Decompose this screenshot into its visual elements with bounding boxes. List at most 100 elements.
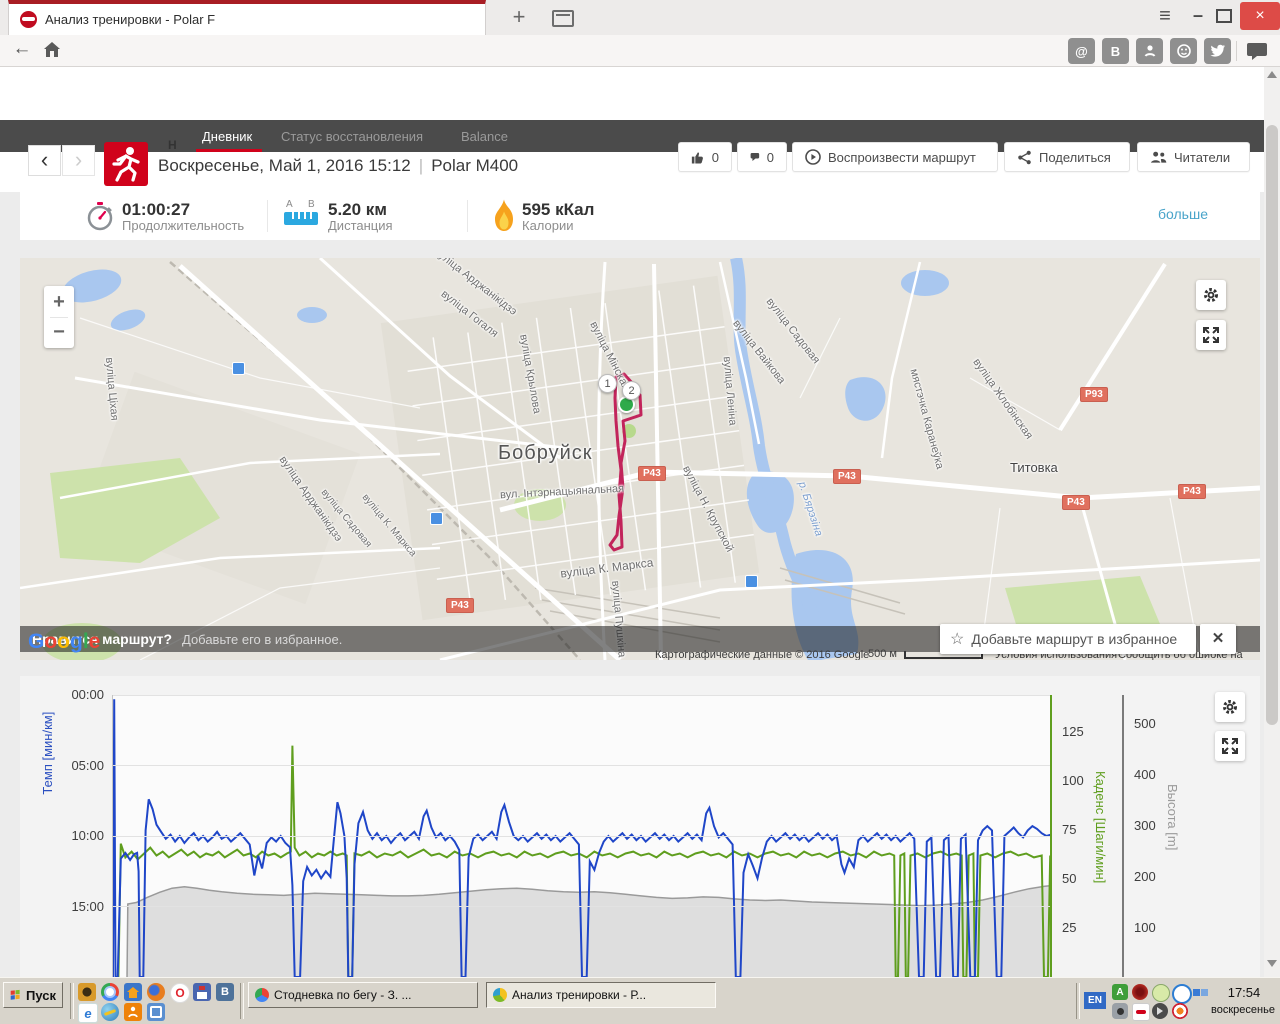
subnav-recovery[interactable]: Статус восстановления — [281, 129, 423, 144]
taskbar-separator — [1076, 983, 1080, 1019]
scrollbar-thumb[interactable] — [1266, 125, 1278, 725]
pace-tick: 15:00 — [71, 899, 104, 914]
route-marker-2[interactable]: 2 — [622, 381, 641, 400]
next-training-button[interactable]: › — [62, 145, 95, 176]
quicklaunch-save-icon[interactable] — [193, 983, 211, 1001]
restore-button[interactable] — [1216, 9, 1232, 23]
tray-icon-aimp[interactable]: A — [1112, 984, 1128, 1000]
minimize-button[interactable]: – — [1185, 2, 1211, 30]
readers-button[interactable]: Читатели — [1137, 142, 1250, 172]
prev-training-button[interactable]: ‹ — [28, 145, 61, 176]
screen: Анализ тренировки - Polar F + ≡ – × ← ht… — [0, 0, 1280, 1024]
add-route-favorite-button[interactable]: ☆ Добавьте маршрут в избранное — [940, 624, 1196, 654]
window-2-icon — [493, 988, 507, 1002]
cadence-tick: 75 — [1062, 822, 1077, 837]
quicklaunch-icon-1[interactable] — [78, 983, 96, 1001]
chrome-center — [104, 986, 116, 998]
back-button[interactable]: ← — [10, 38, 34, 62]
tab-list-icon-line — [556, 14, 570, 16]
town-label: Титовка — [1010, 460, 1058, 475]
tray-icon-polar[interactable] — [1132, 1003, 1150, 1021]
scroll-up-arrow[interactable] — [1267, 71, 1277, 78]
tray-icon-puzzle[interactable] — [1192, 984, 1208, 1000]
quicklaunch-home-icon[interactable] — [124, 983, 142, 1001]
new-tab-button[interactable]: + — [505, 4, 533, 30]
odnoklassniki-icon[interactable] — [1136, 38, 1163, 64]
mailru-icon[interactable]: @ — [1068, 38, 1095, 64]
vk-icon[interactable]: В — [1102, 38, 1129, 64]
tray-icon-target[interactable] — [1172, 1003, 1188, 1019]
tray-icon-webcam[interactable] — [1112, 1003, 1128, 1019]
taskbar-window-1[interactable]: Стодневка по бегу - З. ... — [248, 982, 478, 1008]
taskbar-window-2[interactable]: Анализ тренировки - Р... — [486, 982, 716, 1008]
polar-tray-stripe — [1136, 1010, 1146, 1014]
google-letter: e — [88, 630, 101, 653]
twitter-icon[interactable] — [1204, 38, 1231, 64]
road-badge: Р43 — [833, 469, 861, 484]
zoom-out-button[interactable]: − — [53, 318, 65, 348]
chart-plot-area[interactable] — [112, 695, 1050, 977]
transit-icon[interactable] — [745, 575, 758, 588]
scroll-down-arrow[interactable] — [1267, 960, 1277, 967]
google-letter: g — [70, 630, 83, 653]
road-badge: Р43 — [446, 598, 474, 613]
quicklaunch-app-icon[interactable] — [147, 1003, 165, 1021]
map-settings-button[interactable] — [1196, 280, 1226, 310]
cadence-axis-label: Каденс [Шаги/мин] — [1093, 771, 1108, 884]
quicklaunch-opera-icon[interactable]: O — [170, 983, 190, 1003]
quicklaunch-ok-icon[interactable] — [124, 1003, 142, 1021]
subnav-diary[interactable]: Дневник — [202, 129, 252, 144]
fullscreen-icon — [1222, 738, 1238, 754]
close-button[interactable]: × — [1240, 2, 1280, 30]
tray-icon-red[interactable] — [1132, 984, 1148, 1000]
zoom-in-button[interactable]: + — [53, 287, 65, 317]
chart-settings-button[interactable] — [1215, 692, 1245, 722]
quicklaunch-vk-icon[interactable]: В — [216, 983, 234, 1001]
transit-icon[interactable] — [430, 512, 443, 525]
overlay-close-button[interactable]: ✕ — [1200, 624, 1236, 654]
stats-separator — [467, 200, 468, 232]
like-button[interactable]: 0 — [678, 142, 732, 172]
gridline — [113, 765, 1050, 766]
browser-tab-bar: Анализ тренировки - Polar F + ≡ – × — [0, 0, 1280, 35]
window-2-title: Анализ тренировки - Р... — [512, 988, 647, 1002]
like-count: 0 — [711, 149, 719, 165]
speaker-cone — [1157, 1007, 1163, 1015]
quicklaunch-globe-icon[interactable] — [101, 1003, 119, 1021]
comment-button[interactable]: 0 — [737, 142, 787, 172]
feedback-chat-icon[interactable] — [1246, 42, 1268, 61]
tab-list-icon[interactable] — [552, 10, 574, 27]
start-button[interactable]: Пуск — [3, 982, 63, 1008]
taskbar-separator — [70, 983, 74, 1019]
route-map[interactable]: вуліца Мінская вуліца Леніна вуліца Садо… — [20, 258, 1260, 660]
windows-flag-icon — [10, 989, 20, 1000]
clock-time[interactable]: 17:54 — [1212, 985, 1276, 1000]
tray-icon-torrent[interactable] — [1172, 984, 1192, 1004]
transit-icon[interactable] — [232, 362, 245, 375]
clock-day: воскресенье — [1211, 1004, 1275, 1016]
menu-icon[interactable]: ≡ — [1150, 2, 1180, 30]
comment-count: 0 — [766, 149, 774, 165]
chart-fullscreen-button[interactable] — [1215, 731, 1245, 761]
map-fullscreen-button[interactable] — [1196, 320, 1226, 350]
moymir-icon[interactable] — [1170, 38, 1197, 64]
quicklaunch-ie-icon[interactable]: e — [78, 1003, 98, 1023]
distance-ruler-icon — [284, 212, 318, 225]
tray-icon-speaker[interactable] — [1152, 1003, 1168, 1019]
page-scrollbar[interactable] — [1264, 67, 1280, 977]
altitude-axis-line — [1122, 695, 1124, 977]
subnav-balance[interactable]: Balance — [461, 129, 508, 144]
language-indicator[interactable]: EN — [1084, 992, 1106, 1009]
tray-icon-blob[interactable] — [1152, 984, 1170, 1002]
ruler-ticks — [288, 212, 314, 219]
route-marker-1[interactable]: 1 — [598, 374, 617, 393]
quicklaunch-firefox-icon[interactable] — [147, 983, 165, 1001]
home-button[interactable] — [42, 40, 62, 60]
polar-favicon-stripe — [22, 17, 35, 21]
more-link[interactable]: больше — [1158, 206, 1208, 222]
browser-tab-active[interactable]: Анализ тренировки - Polar F — [8, 0, 486, 35]
replay-route-button[interactable]: Воспроизвести маршрут — [792, 142, 998, 172]
share-button[interactable]: Поделиться — [1004, 142, 1130, 172]
quicklaunch-chrome-icon[interactable] — [101, 983, 119, 1001]
distance-value: 5.20 км — [328, 200, 387, 219]
